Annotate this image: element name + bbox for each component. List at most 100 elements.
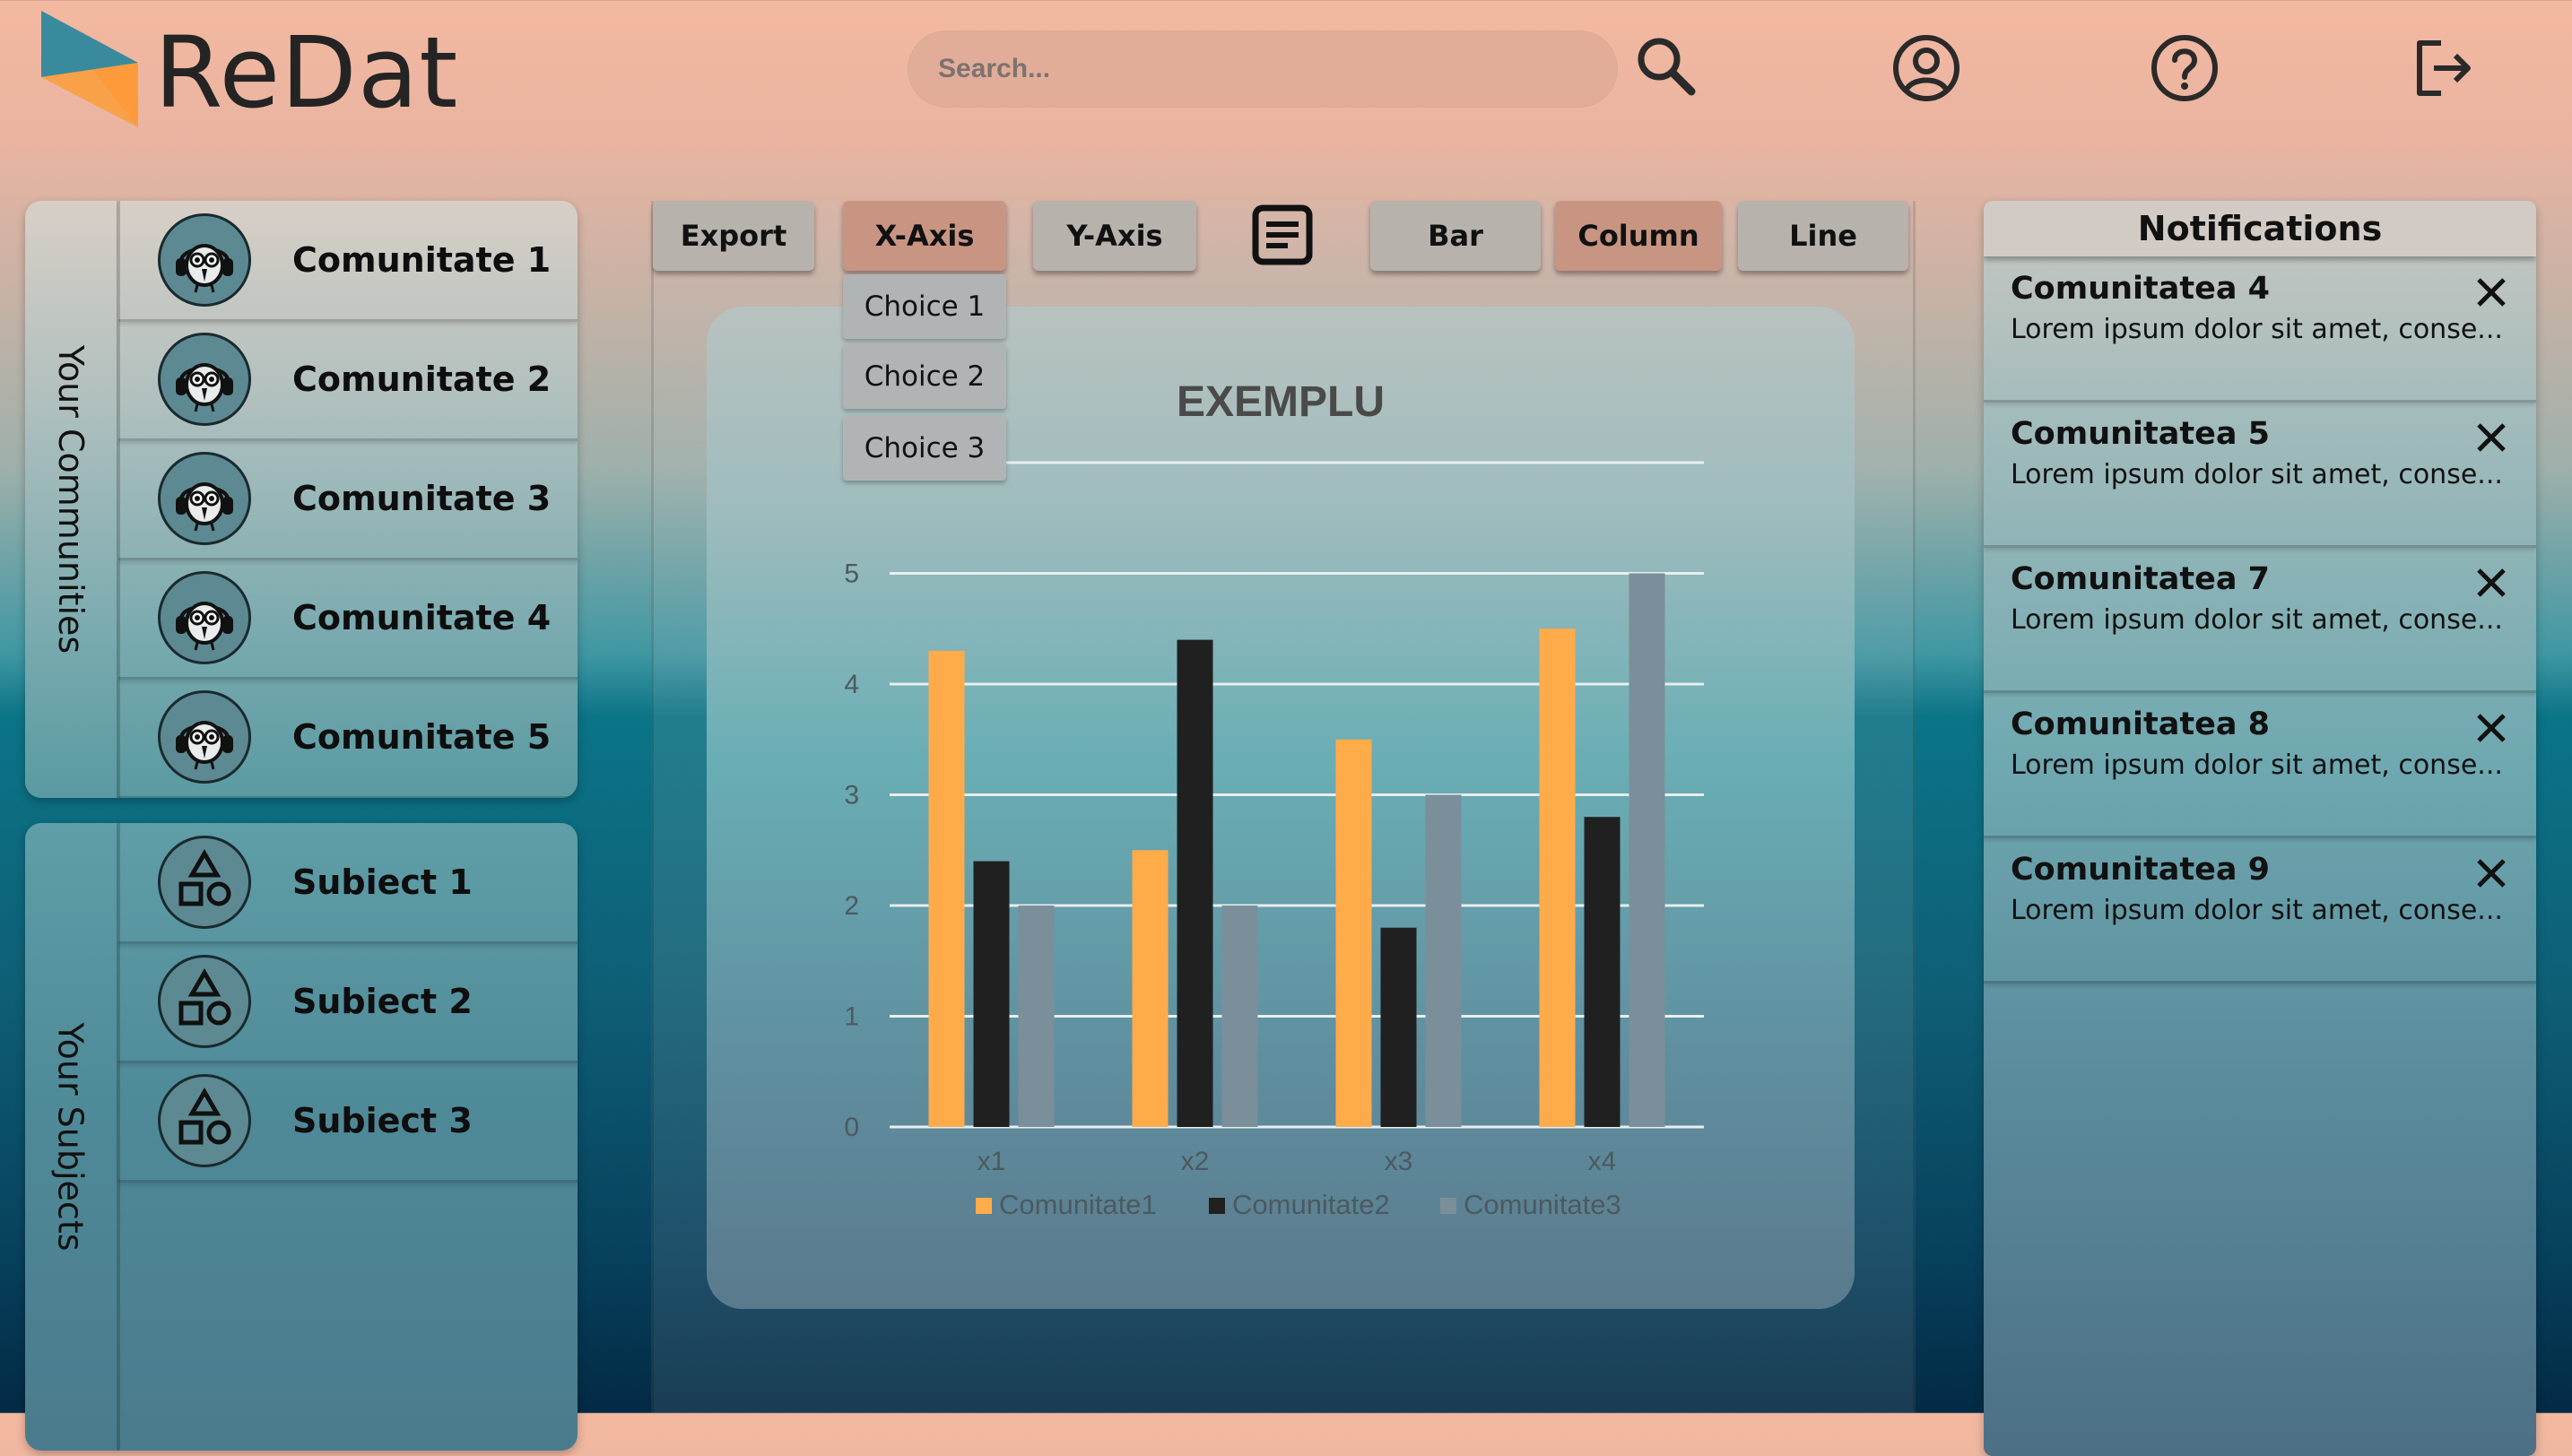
communities-title: Your Communities: [51, 344, 91, 654]
community-item[interactable]: Comunitate 3: [118, 439, 578, 560]
notification-title: Comunitatea 5: [2011, 416, 2271, 452]
notification-item[interactable]: Comunitatea 7 Lorem ipsum dolor sit amet,…: [1984, 547, 2536, 693]
bar-comunitate3-x2: [1221, 906, 1258, 1127]
notification-title: Comunitatea 4: [2011, 271, 2271, 307]
subject-avatar: [158, 836, 251, 929]
owl-headphones-icon: [176, 721, 233, 770]
bar-button[interactable]: Bar: [1370, 201, 1541, 271]
y-tick-label: 4: [844, 670, 859, 699]
x-tick-label: x1: [978, 1147, 1006, 1176]
community-avatar: [158, 452, 251, 545]
subject-avatar: [158, 1074, 251, 1167]
search-input[interactable]: [936, 53, 1618, 85]
subject-label: Subiect 3: [292, 1101, 473, 1140]
community-avatar: [158, 690, 251, 784]
logo-text: ReDat: [154, 15, 459, 130]
owl-headphones-icon: [176, 244, 233, 293]
subject-item[interactable]: Subiect 3: [118, 1062, 578, 1183]
community-item[interactable]: Comunitate 5: [118, 678, 578, 798]
y-tick-label: 5: [844, 559, 859, 589]
subject-label: Subiect 1: [292, 862, 473, 902]
bar-comunitate2-x2: [1177, 639, 1213, 1127]
legend-label: Comunitate2: [1232, 1189, 1390, 1220]
notification-item[interactable]: Comunitatea 9 Lorem ipsum dolor sit amet,…: [1984, 837, 2536, 984]
search-bar[interactable]: [908, 30, 1618, 108]
communities-panel: Your Communities Comunitate 1 Comunitate …: [25, 201, 578, 798]
export-button[interactable]: Export: [653, 201, 814, 271]
y-axis-button[interactable]: Y-Axis: [1033, 201, 1196, 271]
bar-comunitate1-x3: [1335, 739, 1372, 1127]
communities-side-label: Your Communities: [25, 201, 120, 798]
x-axis-choice-1[interactable]: Choice 1: [843, 274, 1006, 339]
subject-avatar: [158, 955, 251, 1048]
bar-comunitate3-x3: [1425, 794, 1462, 1127]
legend-swatch: [1440, 1198, 1456, 1214]
shapes-icon: [178, 849, 231, 906]
community-label: Comunitate 3: [292, 479, 552, 518]
legend-label: Comunitate1: [999, 1189, 1157, 1220]
x-tick-label: x4: [1588, 1147, 1617, 1176]
community-item[interactable]: Comunitate 1: [118, 201, 578, 322]
document-icon[interactable]: [1250, 203, 1315, 267]
x-axis-button[interactable]: X-Axis: [843, 201, 1006, 271]
community-label: Comunitate 4: [292, 598, 552, 637]
close-icon[interactable]: [2473, 420, 2509, 455]
community-item[interactable]: Comunitate 4: [118, 559, 578, 680]
community-avatar: [158, 333, 251, 426]
y-tick-label: 3: [844, 781, 859, 810]
notification-text: Lorem ipsum dolor sit amet, conse...: [2011, 604, 2503, 636]
bar-comunitate3-x4: [1629, 573, 1665, 1127]
notifications-panel: Notifications Comunitatea 4 Lorem ipsum d…: [1984, 201, 2536, 1456]
logo-mark-icon: [41, 11, 138, 127]
search-icon[interactable]: [1629, 30, 1704, 106]
logo[interactable]: ReDat: [39, 11, 470, 130]
community-avatar: [158, 571, 251, 664]
owl-headphones-icon: [176, 602, 233, 651]
logout-icon[interactable]: [2405, 30, 2481, 106]
owl-headphones-icon: [176, 363, 233, 412]
community-label: Comunitate 1: [292, 240, 552, 280]
notifications-title: Notifications: [1984, 201, 2536, 256]
owl-headphones-icon: [176, 482, 233, 532]
legend-swatch: [1209, 1198, 1225, 1214]
help-icon[interactable]: [2147, 30, 2222, 106]
user-profile-icon[interactable]: [1889, 30, 1964, 106]
subject-item[interactable]: Subiect 1: [118, 823, 578, 944]
bar-comunitate1-x4: [1539, 628, 1576, 1127]
subjects-title: Your Subjects: [51, 1022, 91, 1252]
legend-swatch: [976, 1198, 992, 1214]
subjects-side-label: Your Subjects: [25, 823, 120, 1451]
notification-item[interactable]: Comunitatea 5 Lorem ipsum dolor sit amet,…: [1984, 402, 2536, 548]
close-icon[interactable]: [2473, 855, 2509, 891]
notification-title: Comunitatea 8: [2011, 706, 2271, 742]
notification-title: Comunitatea 7: [2011, 561, 2271, 597]
community-avatar: [158, 213, 251, 307]
notification-text: Lorem ipsum dolor sit amet, conse...: [2011, 314, 2503, 345]
community-label: Comunitate 2: [292, 360, 552, 399]
notification-item[interactable]: Comunitatea 8 Lorem ipsum dolor sit amet,…: [1984, 692, 2536, 838]
close-icon[interactable]: [2473, 565, 2509, 601]
subject-label: Subiect 2: [292, 982, 473, 1021]
y-tick-label: 1: [844, 1002, 859, 1032]
x-axis-choice-3[interactable]: Choice 3: [843, 416, 1006, 481]
column-button[interactable]: Column: [1555, 201, 1722, 271]
close-icon[interactable]: [2473, 710, 2509, 746]
x-tick-label: x3: [1385, 1147, 1413, 1176]
subject-item[interactable]: Subiect 2: [118, 942, 578, 1063]
x-axis-choice-2[interactable]: Choice 2: [843, 344, 1006, 409]
line-button[interactable]: Line: [1738, 201, 1908, 271]
subjects-panel: Your Subjects Subiect 1 Subiect 2 Subiect …: [25, 823, 578, 1451]
shapes-icon: [178, 968, 231, 1026]
notification-text: Lorem ipsum dolor sit amet, conse...: [2011, 895, 2503, 926]
community-label: Comunitate 5: [292, 717, 552, 757]
bar-comunitate1-x2: [1132, 850, 1169, 1127]
close-icon[interactable]: [2473, 274, 2509, 310]
community-item[interactable]: Comunitate 2: [118, 320, 578, 441]
bar-comunitate1-x1: [928, 650, 965, 1127]
notification-item[interactable]: Comunitatea 4 Lorem ipsum dolor sit amet,…: [1984, 256, 2536, 403]
bar-comunitate2-x3: [1380, 927, 1417, 1127]
y-tick-label: 2: [844, 891, 859, 921]
shapes-icon: [178, 1088, 231, 1145]
bar-comunitate2-x1: [973, 861, 1010, 1127]
x-tick-label: x2: [1181, 1147, 1210, 1176]
